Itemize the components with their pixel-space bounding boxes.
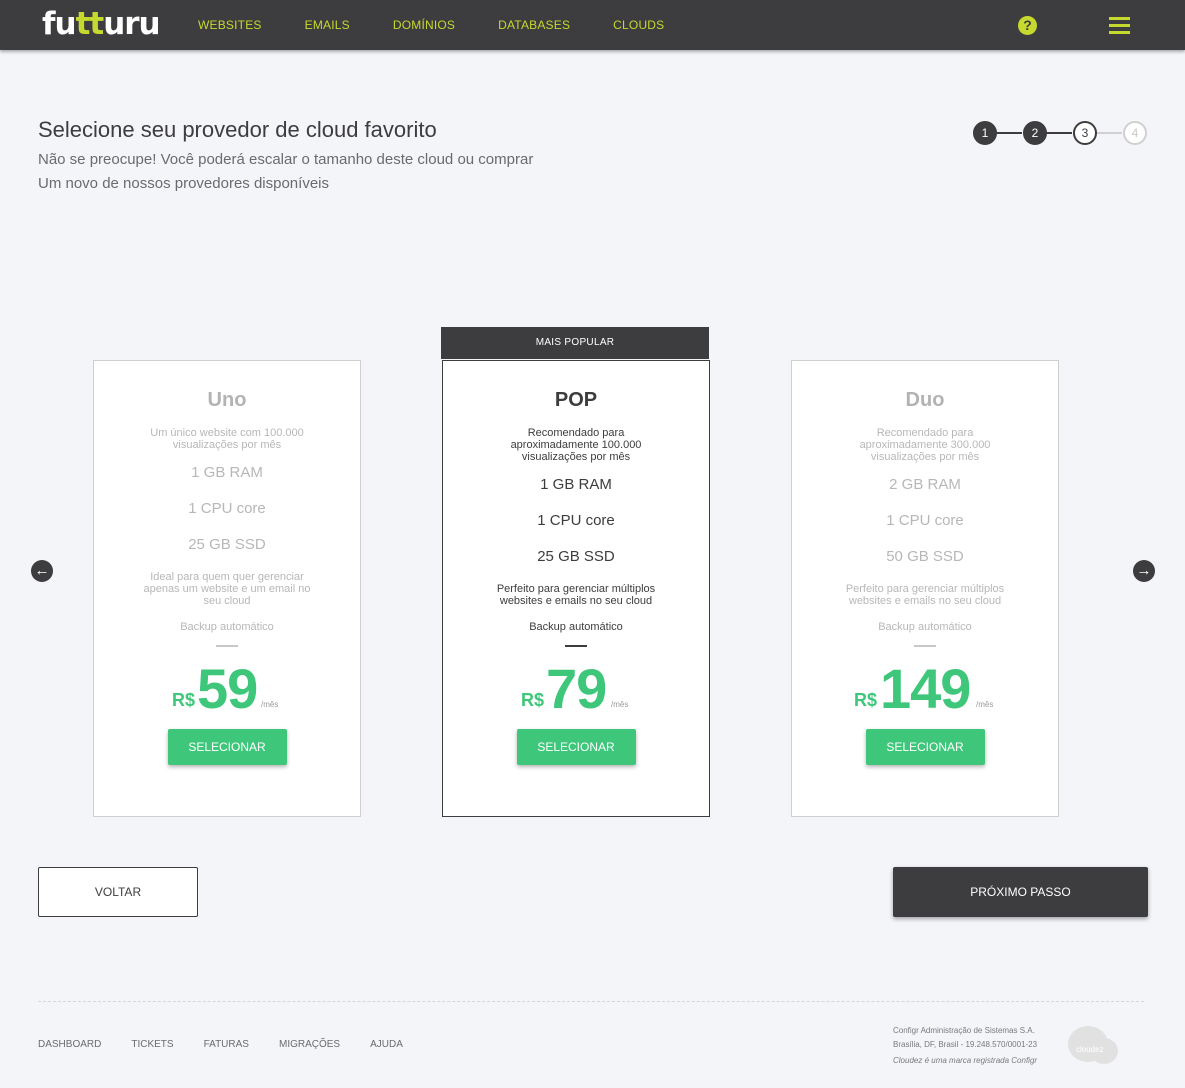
plan-backup: Backup automático (180, 621, 274, 633)
step-1[interactable]: 1 (973, 121, 997, 145)
company-address: Brasília, DF, Brasil - 19.248.570/0001-2… (893, 1040, 1038, 1049)
price-currency: R$ (854, 690, 878, 710)
plan-name: Uno (207, 389, 247, 411)
divider (914, 645, 936, 647)
top-bar: futturu WEBSITES EMAILS DOMÍNIOS DATABAS… (0, 0, 1185, 50)
back-button[interactable]: VOLTAR (38, 867, 198, 917)
divider (216, 645, 238, 647)
footer-link-dashboard[interactable]: DASHBOARD (38, 1039, 101, 1050)
footer-divider (38, 1001, 1144, 1002)
main-nav: WEBSITES EMAILS DOMÍNIOS DATABASES CLOUD… (198, 0, 707, 50)
most-popular-badge: MAIS POPULAR (441, 327, 709, 359)
price-currency: R$ (172, 690, 196, 710)
trademark-note: Cloudez é uma marca registrada Configr (893, 1056, 1038, 1065)
footer-nav: DASHBOARD TICKETS FATURAS MIGRAÇÕES AJUD… (38, 1039, 433, 1050)
plan-ssd: 25 GB SSD (537, 548, 615, 565)
subtitle-line-2: Um novo de nossos provedores disponíveis (38, 175, 329, 192)
footer-link-migracoes[interactable]: MIGRAÇÕES (279, 1039, 340, 1050)
arrow-left-circle-icon[interactable]: ← (31, 560, 53, 582)
plan-extra: Perfeito para gerenciar múltiplos websit… (845, 583, 1005, 607)
plan-ram: 1 GB RAM (540, 476, 612, 493)
nav-emails[interactable]: EMAILS (305, 18, 350, 32)
plan-backup: Backup automático (878, 621, 972, 633)
plan-cpu: 1 CPU core (537, 512, 615, 529)
plan-price: R$ 149 /mês (792, 653, 1058, 717)
price-amount: 149 (880, 657, 971, 720)
footer-link-tickets[interactable]: TICKETS (131, 1039, 173, 1050)
plan-name: Duo (905, 389, 945, 411)
nav-databases[interactable]: DATABASES (498, 18, 570, 32)
plan-price: R$ 59 /mês (94, 653, 360, 717)
price-period: /mês (976, 700, 994, 709)
step-3-current: 3 (1073, 121, 1097, 145)
price-period: /mês (261, 700, 279, 709)
plan-description: Um único website com 100.000 visualizaçõ… (150, 427, 304, 451)
footer-link-faturas[interactable]: FATURAS (204, 1039, 249, 1050)
plan-cpu: 1 CPU core (886, 512, 964, 529)
plan-price: R$ 79 /mês (443, 653, 709, 717)
hamburger-menu-icon[interactable] (1109, 17, 1130, 34)
nav-dominios[interactable]: DOMÍNIOS (393, 18, 455, 32)
arrow-right-circle-icon[interactable]: → (1133, 560, 1155, 582)
plan-description: Recomendado para aproximadamente 300.000… (859, 427, 991, 463)
plan-ssd: 50 GB SSD (886, 548, 964, 565)
plan-ssd: 25 GB SSD (188, 536, 266, 553)
company-name: Configr Administração de Sistemas S.A. (893, 1026, 1035, 1035)
plan-card-pop: POP Recomendado para aproximadamente 100… (442, 360, 710, 817)
next-step-button[interactable]: PRÓXIMO PASSO (893, 867, 1148, 917)
step-2[interactable]: 2 (1023, 121, 1047, 145)
plan-description: Recomendado para aproximadamente 100.000… (510, 427, 642, 463)
company-info: Configr Administração de Sistemas S.A. B… (893, 1024, 1037, 1068)
footer-link-ajuda[interactable]: AJUDA (370, 1039, 403, 1050)
select-pop-button[interactable]: SELECIONAR (516, 729, 636, 765)
price-amount: 59 (197, 657, 258, 720)
plan-extra: Ideal para quem quer gerenciar apenas um… (143, 571, 311, 607)
step-4: 4 (1123, 121, 1147, 145)
divider (565, 645, 587, 647)
plan-cpu: 1 CPU core (188, 500, 266, 517)
select-uno-button[interactable]: SELECIONAR (167, 729, 287, 765)
page-subtitle: Não se preocupe! Você poderá escalar o t… (38, 148, 533, 196)
plan-backup: Backup automático (529, 621, 623, 633)
nav-clouds[interactable]: CLOUDS (613, 18, 664, 32)
progress-stepper: 1 2 3 4 (973, 121, 1149, 145)
price-amount: 79 (546, 657, 607, 720)
select-duo-button[interactable]: SELECIONAR (865, 729, 985, 765)
cloudez-logo-text: cloudez (1076, 1045, 1104, 1054)
plan-extra: Perfeito para gerenciar múltiplos websit… (496, 583, 656, 607)
step-connector (1096, 132, 1122, 134)
cloudez-logo: cloudez (1066, 1026, 1118, 1064)
subtitle-line-1: Não se preocupe! Você poderá escalar o t… (38, 151, 534, 168)
plan-card-duo: Duo Recomendado para aproximadamente 300… (791, 360, 1059, 817)
plan-card-uno: Uno Um único website com 100.000 visuali… (93, 360, 361, 817)
page-title: Selecione seu provedor de cloud favorito (38, 117, 437, 142)
step-connector (996, 132, 1022, 134)
price-currency: R$ (521, 690, 545, 710)
plan-ram: 2 GB RAM (889, 476, 961, 493)
futturu-logo[interactable]: futturu (42, 4, 161, 44)
question-circle-icon[interactable]: ? (1018, 16, 1037, 35)
nav-websites[interactable]: WEBSITES (198, 18, 262, 32)
plan-ram: 1 GB RAM (191, 464, 263, 481)
plan-name: POP (554, 389, 598, 411)
price-period: /mês (611, 700, 629, 709)
step-connector (1046, 132, 1072, 134)
